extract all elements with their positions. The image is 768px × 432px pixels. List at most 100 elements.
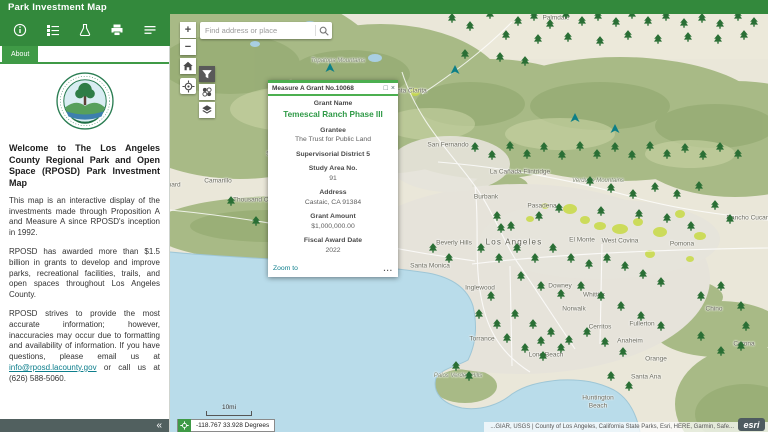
grant-marker-tree-icon[interactable] [496, 52, 504, 62]
grant-marker-tree-icon[interactable] [737, 341, 745, 351]
grant-marker-tree-icon[interactable] [711, 200, 719, 210]
grant-marker-tree-icon[interactable] [521, 56, 529, 66]
grant-marker-tree-icon[interactable] [624, 30, 632, 40]
grant-marker-tree-icon[interactable] [699, 150, 707, 160]
grant-marker-tree-icon[interactable] [607, 371, 615, 381]
grant-marker-tree-icon[interactable] [466, 21, 474, 31]
grant-marker-tree-icon[interactable] [488, 150, 496, 160]
grant-marker-teal-icon[interactable] [450, 65, 460, 74]
popup-more-actions[interactable]: ... [383, 264, 393, 273]
grant-marker-tree-icon[interactable] [629, 189, 637, 199]
grant-marker-tree-icon[interactable] [716, 142, 724, 152]
grant-marker-tree-icon[interactable] [506, 141, 514, 151]
grant-marker-tree-icon[interactable] [734, 14, 742, 21]
grant-marker-tree-icon[interactable] [549, 243, 557, 253]
grant-marker-tree-icon[interactable] [567, 253, 575, 263]
grant-marker-tree-icon[interactable] [514, 16, 522, 26]
grant-marker-tree-icon[interactable] [562, 14, 570, 19]
email-link[interactable]: info@rposd.lacounty.gov [9, 363, 97, 372]
popup-close-icon[interactable]: × [391, 85, 395, 92]
grant-marker-tree-icon[interactable] [617, 301, 625, 311]
grant-marker-tree-icon[interactable] [546, 19, 554, 29]
filter-button[interactable] [199, 66, 215, 82]
grant-marker-tree-icon[interactable] [540, 142, 548, 152]
grant-marker-tree-icon[interactable] [429, 243, 437, 253]
grant-marker-tree-icon[interactable] [654, 34, 662, 44]
grant-marker-tree-icon[interactable] [531, 253, 539, 263]
search-input[interactable] [200, 26, 315, 35]
basemap-gallery-button[interactable] [199, 84, 215, 100]
grant-marker-teal-icon[interactable] [610, 124, 620, 133]
grant-marker-tree-icon[interactable] [471, 142, 479, 152]
grant-marker-tree-icon[interactable] [475, 309, 483, 319]
grant-marker-tree-icon[interactable] [734, 149, 742, 159]
grant-marker-tree-icon[interactable] [503, 333, 511, 343]
grant-marker-tree-icon[interactable] [593, 149, 601, 159]
layer-list-icon[interactable] [140, 20, 160, 40]
grant-popup-titlebar[interactable]: Measure A Grant No.10068 □ × [268, 80, 398, 96]
grant-name-link[interactable]: Temescal Ranch Phase III [273, 110, 393, 120]
grant-marker-tree-icon[interactable] [673, 189, 681, 199]
grant-marker-tree-icon[interactable] [737, 301, 745, 311]
grant-marker-tree-icon[interactable] [657, 321, 665, 331]
grant-marker-tree-icon[interactable] [576, 141, 584, 151]
grant-marker-tree-icon[interactable] [681, 143, 689, 153]
zoom-in-button[interactable]: + [180, 22, 196, 38]
grant-marker-tree-icon[interactable] [452, 361, 460, 371]
grant-marker-tree-icon[interactable] [596, 36, 604, 46]
grant-marker-tree-icon[interactable] [717, 346, 725, 356]
grant-marker-tree-icon[interactable] [594, 14, 602, 21]
grant-marker-tree-icon[interactable] [695, 181, 703, 191]
grant-marker-tree-icon[interactable] [740, 30, 748, 40]
grant-marker-tree-icon[interactable] [657, 277, 665, 287]
grant-marker-tree-icon[interactable] [750, 17, 758, 27]
grant-marker-tree-icon[interactable] [521, 343, 529, 353]
locate-button[interactable] [180, 78, 196, 94]
grant-marker-tree-icon[interactable] [687, 221, 695, 231]
layers-button[interactable] [199, 102, 215, 118]
grant-marker-tree-icon[interactable] [557, 289, 565, 299]
grant-marker-tree-icon[interactable] [529, 319, 537, 329]
grant-marker-tree-icon[interactable] [511, 309, 519, 319]
grant-marker-tree-icon[interactable] [697, 291, 705, 301]
grant-marker-tree-icon[interactable] [547, 327, 555, 337]
grant-marker-tree-icon[interactable] [487, 291, 495, 301]
grant-marker-tree-icon[interactable] [597, 291, 605, 301]
grant-marker-tree-icon[interactable] [537, 281, 545, 291]
grant-marker-tree-icon[interactable] [523, 149, 531, 159]
grant-marker-tree-icon[interactable] [585, 259, 593, 269]
grant-marker-tree-icon[interactable] [461, 49, 469, 59]
grant-marker-tree-icon[interactable] [535, 211, 543, 221]
home-button[interactable] [180, 58, 196, 74]
grant-marker-tree-icon[interactable] [716, 19, 724, 29]
grant-marker-tree-icon[interactable] [578, 16, 586, 26]
legend-icon[interactable] [43, 20, 63, 40]
grant-marker-tree-icon[interactable] [564, 32, 572, 42]
grant-marker-tree-icon[interactable] [534, 34, 542, 44]
grant-marker-tree-icon[interactable] [697, 331, 705, 341]
grant-marker-tree-icon[interactable] [680, 18, 688, 28]
popup-zoom-to-link[interactable]: Zoom to [273, 265, 298, 272]
grant-marker-tree-icon[interactable] [586, 176, 594, 186]
map-canvas[interactable]: PalmdaleSanta ClaritaSan FernandoSimi Va… [170, 14, 768, 432]
grant-marker-tree-icon[interactable] [448, 14, 456, 23]
grant-marker-tree-icon[interactable] [477, 243, 485, 253]
grant-marker-tree-icon[interactable] [577, 281, 585, 291]
grant-marker-tree-icon[interactable] [742, 321, 750, 331]
grant-marker-tree-icon[interactable] [612, 17, 620, 27]
grant-marker-tree-icon[interactable] [497, 223, 505, 233]
grant-marker-tree-icon[interactable] [637, 311, 645, 321]
grant-marker-tree-icon[interactable] [639, 269, 647, 279]
grant-marker-tree-icon[interactable] [663, 149, 671, 159]
grant-marker-tree-icon[interactable] [628, 150, 636, 160]
grant-marker-tree-icon[interactable] [555, 203, 563, 213]
panel-collapse-bar[interactable]: « [0, 419, 169, 432]
grant-marker-tree-icon[interactable] [717, 281, 725, 291]
grant-marker-tree-icon[interactable] [558, 150, 566, 160]
grant-marker-tree-icon[interactable] [621, 261, 629, 271]
grant-marker-tree-icon[interactable] [530, 14, 538, 21]
grant-marker-tree-icon[interactable] [611, 142, 619, 152]
grant-marker-tree-icon[interactable] [646, 141, 654, 151]
grant-marker-tree-icon[interactable] [495, 253, 503, 263]
grant-marker-tree-icon[interactable] [628, 14, 636, 19]
